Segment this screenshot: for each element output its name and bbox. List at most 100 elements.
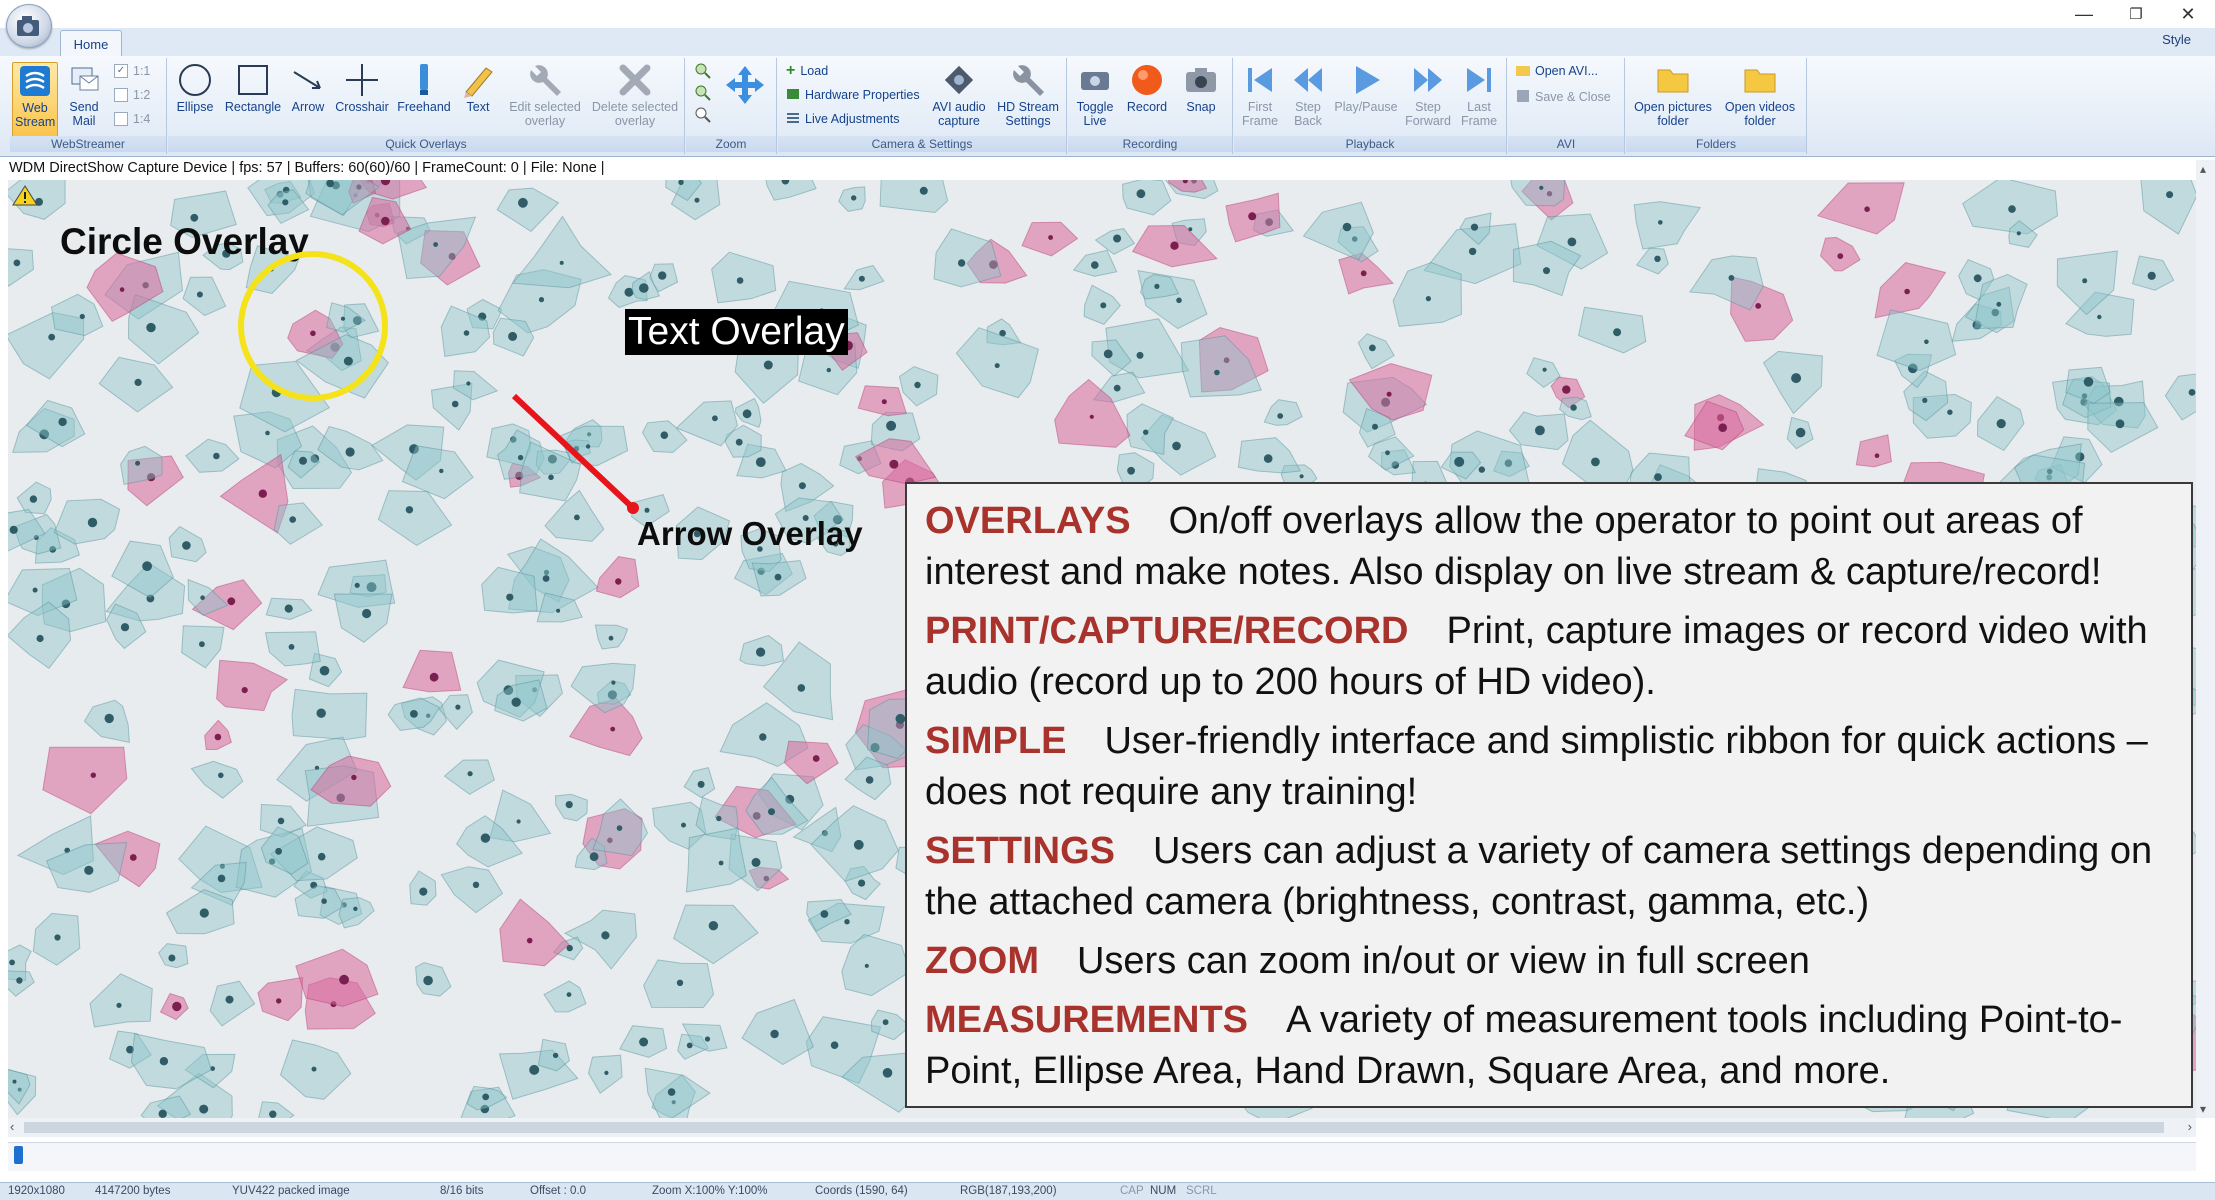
group-camera-settings: + Load Hardware Properties Live Adjustme… — [778, 58, 1067, 154]
ratio-1-4-option[interactable]: 1:4 — [114, 110, 150, 128]
checkbox-checked-icon: ✓ — [114, 64, 128, 78]
camera-app-icon — [17, 16, 39, 36]
save-close-button[interactable]: Save & Close — [1516, 88, 1611, 106]
scroll-up-icon[interactable]: ▴ — [2200, 162, 2206, 176]
circle-overlay[interactable] — [233, 246, 393, 406]
cell-nucleus — [32, 587, 38, 593]
text-label: Text — [466, 100, 490, 114]
scroll-left-icon[interactable]: ‹ — [10, 1119, 14, 1134]
cell-shape — [570, 662, 636, 714]
cell-nucleus — [119, 287, 125, 292]
rectangle-icon — [233, 62, 273, 98]
cell-nucleus — [1103, 349, 1113, 359]
cell-nucleus — [566, 992, 572, 997]
cell-nucleus — [1248, 212, 1257, 221]
edit-selected-overlay-label: Edit selected overlay — [509, 100, 581, 128]
hd-stream-settings-button[interactable]: HD Stream Settings — [994, 62, 1062, 134]
cell-nucleus — [2097, 314, 2102, 320]
cell-shape — [933, 228, 1002, 288]
step-back-button[interactable]: Step Back — [1286, 62, 1330, 134]
vertical-scrollbar[interactable]: ▴ ▾ — [2196, 160, 2215, 1118]
cell-nucleus — [865, 776, 874, 784]
cell-shape — [2140, 180, 2196, 235]
hardware-properties-button[interactable]: Hardware Properties — [786, 86, 920, 104]
cell-nucleus — [134, 378, 142, 386]
cell-nucleus — [1091, 261, 1099, 269]
cell-nucleus — [451, 400, 459, 408]
open-pictures-folder-button[interactable]: Open pictures folder — [1630, 62, 1716, 134]
cell-nucleus — [299, 456, 307, 465]
first-frame-button[interactable]: First Frame — [1236, 62, 1284, 134]
cell-nucleus — [1996, 301, 2002, 307]
avi-audio-capture-label: AVI audio capture — [932, 100, 986, 128]
save-disk-icon — [1516, 89, 1530, 106]
open-videos-folder-button[interactable]: Open videos folder — [1718, 62, 1802, 134]
freehand-button[interactable]: Freehand — [394, 62, 454, 134]
cell-nucleus — [1089, 414, 1094, 419]
live-adjustments-button[interactable]: Live Adjustments — [786, 110, 900, 128]
video-viewport[interactable]: Circle Overlay Text Overlay Arrow Overla… — [8, 180, 2196, 1118]
cell-nucleus — [1113, 384, 1121, 392]
ratio-1-1-option[interactable]: ✓ 1:1 — [114, 62, 150, 80]
send-mail-button[interactable]: Send Mail — [62, 62, 106, 134]
cell-nucleus — [615, 578, 622, 585]
text-button[interactable]: Text — [456, 62, 500, 134]
ratio-1-2-option[interactable]: 1:2 — [114, 86, 150, 104]
cell-nucleus — [135, 460, 141, 466]
open-avi-button[interactable]: Open AVI... — [1516, 62, 1598, 80]
step-forward-icon — [1408, 62, 1448, 98]
zoom-fit-icon[interactable] — [694, 106, 712, 129]
arrow-overlay[interactable] — [508, 390, 648, 520]
crosshair-button[interactable]: Crosshair — [332, 62, 392, 134]
warning-icon[interactable] — [12, 184, 38, 211]
live-adjustments-label: Live Adjustments — [805, 112, 900, 126]
cell-nucleus — [158, 1109, 167, 1118]
horizontal-scroll-thumb[interactable] — [24, 1122, 2164, 1133]
scroll-right-icon[interactable]: › — [2188, 1119, 2192, 1134]
ratio-1-1-label: 1:1 — [133, 64, 151, 78]
restore-button[interactable]: ❐ — [2110, 0, 2162, 28]
zoom-out-icon[interactable] — [694, 84, 712, 107]
horizontal-scrollbar[interactable]: ‹ › — [8, 1118, 2196, 1137]
play-icon — [1346, 62, 1386, 98]
application-menu-button[interactable] — [6, 4, 52, 48]
feature-info-panel: OVERLAYS On/off overlays allow the operat… — [905, 482, 2193, 1108]
frame-slider[interactable] — [8, 1142, 2196, 1171]
ellipse-button[interactable]: Ellipse — [172, 62, 218, 134]
zoom-in-icon[interactable] — [694, 62, 712, 85]
cell-shape — [1874, 262, 1947, 319]
web-stream-button[interactable]: Web Stream — [12, 62, 58, 138]
edit-selected-overlay-button[interactable]: Edit selected overlay — [502, 62, 588, 134]
cell-nucleus — [844, 919, 850, 925]
toggle-live-button[interactable]: Toggle Live — [1072, 62, 1118, 134]
cell-nucleus — [1100, 302, 1107, 309]
step-forward-button[interactable]: Step Forward — [1402, 62, 1454, 134]
cell-nucleus — [172, 1001, 182, 1012]
web-stream-icon — [15, 63, 55, 99]
cell-shape — [1633, 201, 1702, 250]
load-button[interactable]: + Load — [786, 62, 828, 80]
scroll-down-icon[interactable]: ▾ — [2200, 1102, 2206, 1116]
snap-button[interactable]: Snap — [1176, 62, 1226, 134]
tab-home[interactable]: Home — [60, 30, 122, 57]
cell-nucleus — [1113, 234, 1122, 243]
last-frame-button[interactable]: Last Frame — [1456, 62, 1502, 134]
play-pause-button[interactable]: Play/Pause — [1332, 62, 1400, 134]
cell-nucleus — [1277, 413, 1284, 419]
full-screen-move-icon[interactable] — [724, 64, 766, 111]
text-overlay[interactable]: Text Overlay — [625, 309, 848, 355]
arrow-button[interactable]: Arrow — [286, 62, 330, 134]
minimize-button[interactable]: — — [2058, 0, 2110, 28]
cell-nucleus — [712, 415, 718, 422]
frame-slider-thumb[interactable] — [14, 1146, 23, 1164]
avi-audio-capture-button[interactable]: AVI audio capture — [928, 62, 990, 134]
record-button[interactable]: Record — [1122, 62, 1172, 134]
cell-nucleus — [542, 575, 550, 582]
close-button[interactable]: ✕ — [2162, 0, 2214, 28]
rectangle-button[interactable]: Rectangle — [222, 62, 284, 134]
style-menu[interactable]: Style — [2162, 32, 2191, 47]
cell-nucleus — [1176, 297, 1182, 304]
cell-nucleus — [1973, 274, 1982, 283]
delete-selected-overlay-button[interactable]: Delete selected overlay — [590, 62, 680, 134]
cell-nucleus — [1154, 283, 1160, 289]
